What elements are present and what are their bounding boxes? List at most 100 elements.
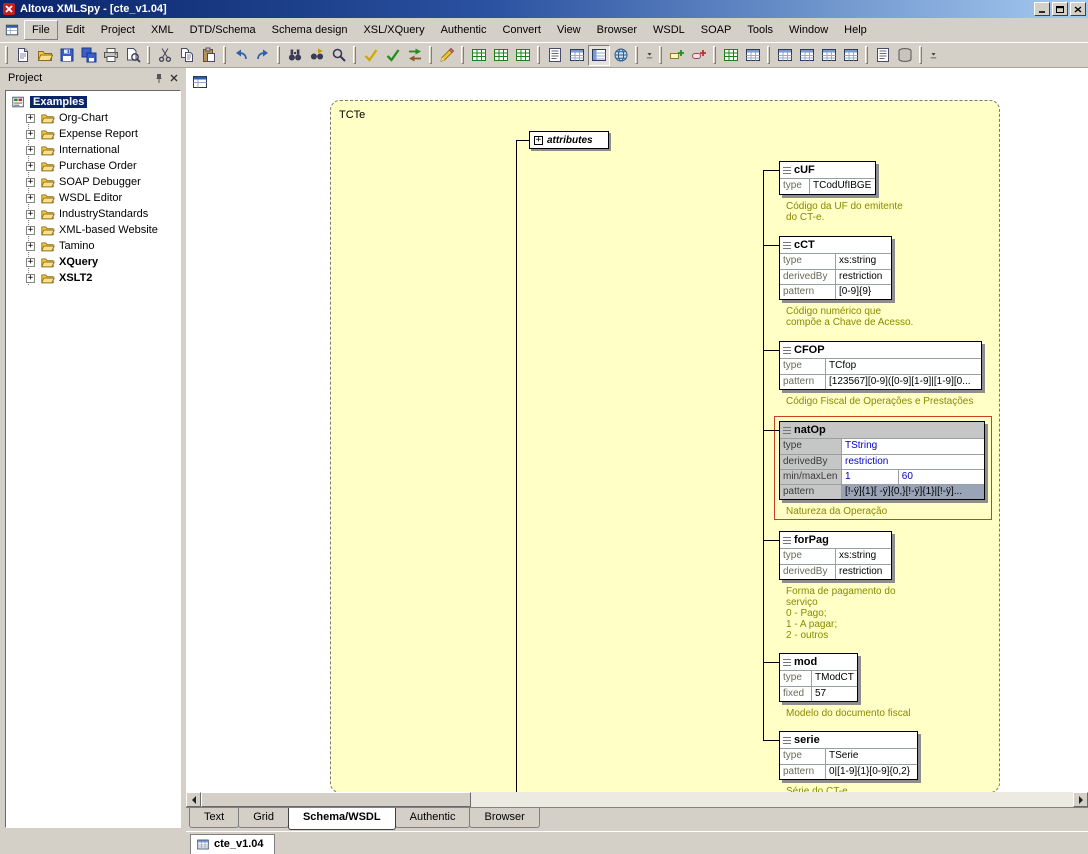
schema-window-button[interactable] xyxy=(189,71,211,92)
add-element-button[interactable] xyxy=(666,45,688,66)
expand-icon[interactable] xyxy=(26,146,35,155)
tree-item-purchase-order[interactable]: Purchase Order xyxy=(8,158,180,174)
validate-button[interactable] xyxy=(382,45,404,66)
tree-item-xslt2[interactable]: XSLT2 xyxy=(8,270,180,286)
menu-soap[interactable]: SOAP xyxy=(693,20,740,40)
insert-table-button[interactable] xyxy=(720,45,742,66)
tree-item-org-chart[interactable]: Org-Chart xyxy=(8,110,180,126)
database-import-button[interactable] xyxy=(894,45,916,66)
menu-xml[interactable]: XML xyxy=(143,20,182,40)
schema-view-button[interactable] xyxy=(588,45,610,66)
text-view-button[interactable] xyxy=(544,45,566,66)
menu-authentic[interactable]: Authentic xyxy=(433,20,495,40)
menu-view[interactable]: View xyxy=(549,20,589,40)
expand-icon[interactable] xyxy=(26,178,35,187)
expand-icon[interactable] xyxy=(26,274,35,283)
expand-icon[interactable] xyxy=(26,210,35,219)
save-all-button[interactable] xyxy=(78,45,100,66)
replace-button[interactable] xyxy=(328,45,350,66)
check-wellformed-button[interactable] xyxy=(360,45,382,66)
tree-item-tamino[interactable]: Tamino xyxy=(8,238,180,254)
tree-item-expense-report[interactable]: Expense Report xyxy=(8,126,180,142)
menu-edit[interactable]: Edit xyxy=(58,20,93,40)
spelling-button[interactable] xyxy=(436,45,458,66)
tree-item-international[interactable]: International xyxy=(8,142,180,158)
view-tab-authentic[interactable]: Authentic xyxy=(395,808,471,828)
element-cCT[interactable]: cCTtypexs:stringderivedByrestrictionpatt… xyxy=(779,236,892,300)
menu-help[interactable]: Help xyxy=(836,20,875,40)
insert-row-button[interactable] xyxy=(468,45,490,66)
menu-file[interactable]: File xyxy=(24,20,58,40)
xsl-transform-button[interactable] xyxy=(404,45,426,66)
cut-button[interactable] xyxy=(154,45,176,66)
view-tab-browser[interactable]: Browser xyxy=(469,808,539,828)
expand-icon[interactable] xyxy=(26,194,35,203)
element-list-button[interactable] xyxy=(872,45,894,66)
paste-button[interactable] xyxy=(198,45,220,66)
expand-grid-button[interactable] xyxy=(774,45,796,66)
tree-item-xml-based-website[interactable]: XML-based Website xyxy=(8,222,180,238)
toolbar-overflow-button[interactable] xyxy=(926,45,940,66)
menu-project[interactable]: Project xyxy=(93,20,143,40)
find-next-button[interactable] xyxy=(306,45,328,66)
expand-icon[interactable] xyxy=(26,258,35,267)
view-tab-grid[interactable]: Grid xyxy=(238,808,289,828)
file-tab[interactable]: cte_v1.04 xyxy=(190,834,275,854)
menu-convert[interactable]: Convert xyxy=(494,20,549,40)
menu-dtd-schema[interactable]: DTD/Schema xyxy=(182,20,264,40)
append-row-button[interactable] xyxy=(490,45,512,66)
view-tab-text[interactable]: Text xyxy=(189,808,239,828)
redo-button[interactable] xyxy=(252,45,274,66)
new-file-button[interactable] xyxy=(12,45,34,66)
close-button[interactable] xyxy=(1070,2,1086,16)
scroll-left-button[interactable] xyxy=(186,792,201,807)
insert-column-button[interactable] xyxy=(512,45,534,66)
scrollbar-thumb[interactable] xyxy=(201,792,471,807)
print-button[interactable] xyxy=(100,45,122,66)
grid-view-button[interactable] xyxy=(566,45,588,66)
collapse-grid-button[interactable] xyxy=(796,45,818,66)
element-cUF[interactable]: cUFtypeTCodUfIBGE xyxy=(779,161,876,195)
tree-item-wsdl-editor[interactable]: WSDL Editor xyxy=(8,190,180,206)
element-forPag[interactable]: forPagtypexs:stringderivedByrestriction xyxy=(779,531,892,580)
pin-button[interactable] xyxy=(151,71,166,85)
expand-icon[interactable] xyxy=(26,226,35,235)
horizontal-scrollbar[interactable] xyxy=(186,792,1088,807)
element-CFOP[interactable]: CFOPtypeTCfoppattern[123567][0-9]([0-9][… xyxy=(779,341,982,390)
save-file-button[interactable] xyxy=(56,45,78,66)
expand-attributes-icon[interactable] xyxy=(534,136,543,145)
optimal-widths-button[interactable] xyxy=(840,45,862,66)
expand-icon[interactable] xyxy=(26,162,35,171)
menu-browser[interactable]: Browser xyxy=(589,20,645,40)
display-table-button[interactable] xyxy=(742,45,764,66)
toolbar-overflow-button[interactable] xyxy=(642,45,656,66)
tree-item-industrystandards[interactable]: IndustryStandards xyxy=(8,206,180,222)
tree-item-soap-debugger[interactable]: SOAP Debugger xyxy=(8,174,180,190)
undo-button[interactable] xyxy=(230,45,252,66)
close-panel-button[interactable] xyxy=(166,71,181,85)
expand-icon[interactable] xyxy=(26,130,35,139)
element-natOp[interactable]: natOptypeTStringderivedByrestrictionmin/… xyxy=(779,421,985,500)
menu-window[interactable]: Window xyxy=(781,20,836,40)
menu-tools[interactable]: Tools xyxy=(739,20,781,40)
browser-view-button[interactable] xyxy=(610,45,632,66)
open-file-button[interactable] xyxy=(34,45,56,66)
menu-schema-design[interactable]: Schema design xyxy=(264,20,356,40)
add-attribute-button[interactable] xyxy=(688,45,710,66)
element-serie[interactable]: serietypeTSeriepattern0|[1-9]{1}[0-9]{0,… xyxy=(779,731,918,780)
minimize-button[interactable] xyxy=(1034,2,1050,16)
find-button[interactable] xyxy=(284,45,306,66)
show-children-button[interactable] xyxy=(818,45,840,66)
print-preview-button[interactable] xyxy=(122,45,144,66)
menu-xsl-xquery[interactable]: XSL/XQuery xyxy=(355,20,432,40)
expand-icon[interactable] xyxy=(26,114,35,123)
attributes-box[interactable]: attributes xyxy=(529,131,609,149)
restore-button[interactable] xyxy=(1052,2,1068,16)
tree-item-xquery[interactable]: XQuery xyxy=(8,254,180,270)
scroll-right-button[interactable] xyxy=(1073,792,1088,807)
element-mod[interactable]: modtypeTModCTfixed57 xyxy=(779,653,858,702)
copy-button[interactable] xyxy=(176,45,198,66)
expand-icon[interactable] xyxy=(26,242,35,251)
menu-wsdl[interactable]: WSDL xyxy=(645,20,693,40)
project-root-item[interactable]: Examples xyxy=(8,94,180,110)
